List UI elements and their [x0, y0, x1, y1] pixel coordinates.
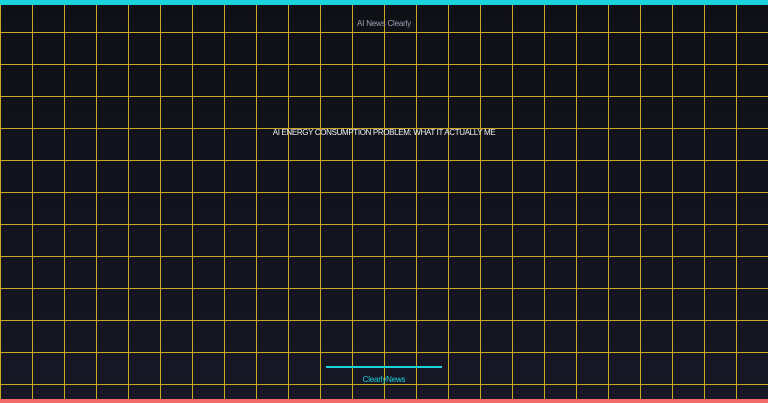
- background-grid: [0, 0, 768, 403]
- bottom-accent-bar: [0, 399, 768, 403]
- top-accent-bar: [0, 0, 768, 5]
- brand-label-top: AI News Clearly: [357, 19, 411, 28]
- headline: AI ENERGY CONSUMPTION PROBLEM: WHAT IT A…: [272, 128, 496, 137]
- brand-label-bottom: ClearlyNews: [362, 375, 406, 384]
- thumbnail-canvas: AI News Clearly AI ENERGY CONSUMPTION PR…: [0, 0, 768, 403]
- accent-underline: [326, 366, 442, 368]
